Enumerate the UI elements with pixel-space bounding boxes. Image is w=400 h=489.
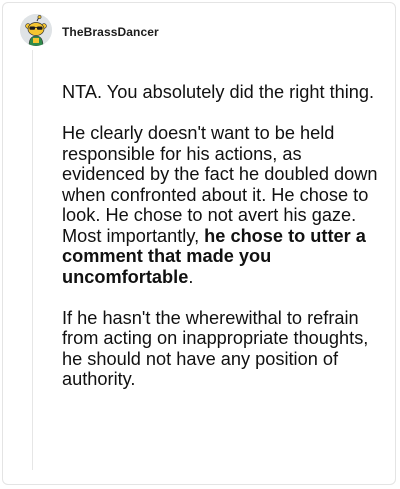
comment-paragraph-3: If he hasn't the wherewithal to refrain … (62, 307, 369, 390)
comment-body: NTA. You absolutely did the right thing.… (62, 82, 380, 410)
comment-paragraph-2: He clearly doesn't want to be held respo… (62, 123, 380, 287)
user-avatar[interactable] (20, 14, 52, 46)
thread-line[interactable] (32, 50, 33, 470)
comment-username[interactable]: TheBrassDancer (62, 25, 159, 39)
comment-paragraph-1: NTA. You absolutely did the right thing. (62, 82, 375, 102)
paragraph-2-end: . (188, 266, 194, 287)
snoo-avatar-sunglasses-icon (20, 14, 52, 46)
